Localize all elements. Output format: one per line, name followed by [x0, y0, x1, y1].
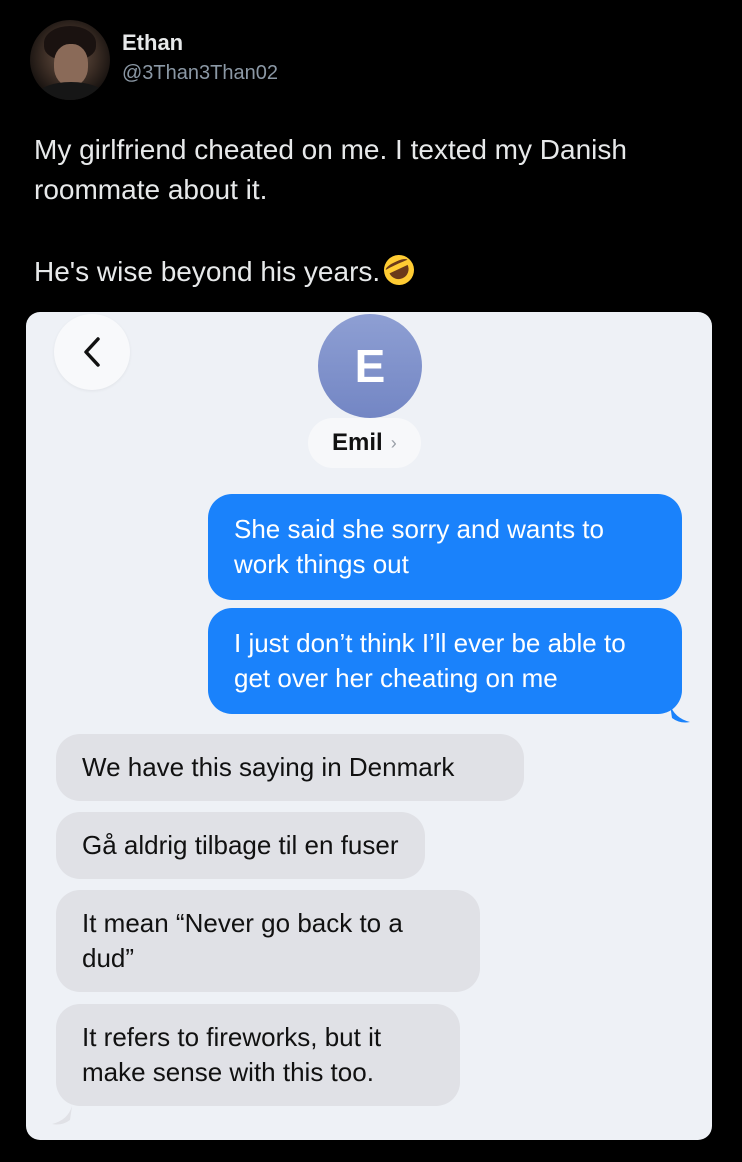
imessage-screenshot: E Emil › She said she sorry and wants to…: [26, 312, 712, 1140]
tweet-text-line: My girlfriend cheated on me. I texted my…: [34, 134, 627, 205]
message-text: Gå aldrig tilbage til en fuser: [82, 830, 399, 860]
sent-bubble-tail: [670, 704, 690, 723]
message-text: It refers to fireworks, but it make sens…: [82, 1022, 382, 1087]
contact-avatar[interactable]: E: [318, 314, 422, 418]
received-bubble-tail: [52, 1106, 72, 1125]
contact-name: Emil: [332, 429, 383, 456]
tweet-text: My girlfriend cheated on me. I texted my…: [34, 130, 724, 292]
received-message-bubble[interactable]: Gå aldrig tilbage til en fuser: [56, 812, 425, 879]
sent-message-bubble[interactable]: She said she sorry and wants to work thi…: [208, 494, 682, 600]
tweet-text-line: He's wise beyond his years.: [34, 256, 381, 287]
received-message-bubble[interactable]: We have this saying in Denmark: [56, 734, 524, 801]
message-text: She said she sorry and wants to work thi…: [234, 514, 604, 579]
rolling-on-floor-laughing-emoji-icon: [379, 250, 420, 290]
chevron-left-icon: [84, 337, 100, 367]
received-message-bubble[interactable]: It mean “Never go back to a dud”: [56, 890, 480, 992]
user-avatar[interactable]: [30, 20, 110, 100]
contact-name-button[interactable]: Emil ›: [308, 418, 421, 468]
user-handle[interactable]: @3Than3Than02: [122, 60, 278, 86]
back-button[interactable]: [54, 314, 130, 390]
user-meta: Ethan @3Than3Than02: [122, 30, 278, 86]
display-name[interactable]: Ethan: [122, 30, 278, 56]
message-text: I just don’t think I’ll ever be able to …: [234, 628, 626, 693]
tweet-header: Ethan @3Than3Than02: [30, 20, 278, 102]
sent-message-bubble[interactable]: I just don’t think I’ll ever be able to …: [208, 608, 682, 714]
received-message-bubble[interactable]: It refers to fireworks, but it make sens…: [56, 1004, 460, 1106]
chevron-right-icon: ›: [390, 432, 397, 453]
message-text: It mean “Never go back to a dud”: [82, 908, 403, 973]
message-text: We have this saying in Denmark: [82, 752, 455, 782]
